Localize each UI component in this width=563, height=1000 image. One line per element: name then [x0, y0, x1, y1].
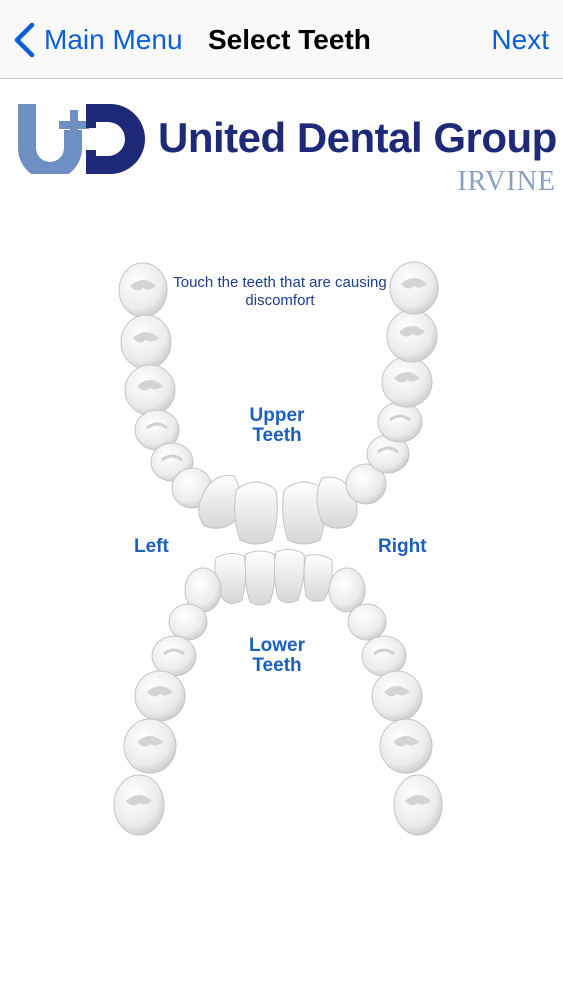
upper-label-line2: Teeth	[252, 425, 302, 446]
lower-label-line1: Lower	[249, 635, 305, 656]
tooth-lower-right-4[interactable]	[347, 603, 387, 641]
ud-logo-mark-icon	[18, 104, 145, 174]
lower-right-teeth	[273, 548, 443, 836]
teeth-chart: Touch the teeth that are causing discomf…	[0, 240, 563, 860]
tooth-upper-right-5[interactable]	[377, 401, 423, 443]
tooth-upper-left-2[interactable]	[120, 314, 172, 370]
page-title: Select Teeth	[208, 24, 371, 55]
lower-teeth-label: Lower Teeth	[234, 636, 320, 676]
tooth-lower-left-1[interactable]	[244, 550, 276, 606]
lower-left-teeth	[113, 550, 276, 836]
tooth-lower-left-4[interactable]	[168, 603, 208, 641]
brand-location: IRVINE	[457, 166, 556, 197]
upper-label-line1: Upper	[249, 405, 305, 426]
tooth-upper-right-7[interactable]	[386, 309, 438, 363]
lower-label-line2: Teeth	[252, 655, 302, 676]
next-button[interactable]: Next	[491, 20, 549, 60]
tooth-lower-left-7[interactable]	[123, 718, 177, 774]
chevron-left-icon	[14, 22, 35, 58]
tooth-upper-right-6[interactable]	[381, 356, 433, 408]
tooth-upper-left-1[interactable]	[118, 262, 168, 318]
instructions-text: Touch the teeth that are causing discomf…	[173, 274, 387, 309]
tooth-upper-right-8[interactable]	[389, 261, 439, 315]
tooth-lower-right-8[interactable]	[393, 774, 443, 836]
upper-teeth-label: Upper Teeth	[234, 406, 320, 446]
tooth-upper-left-8[interactable]	[234, 481, 278, 545]
tooth-lower-right-5[interactable]	[361, 635, 407, 677]
tooth-lower-right-1[interactable]	[273, 548, 305, 604]
brand-logo: United Dental Group IRVINE	[16, 104, 557, 200]
tooth-lower-right-7[interactable]	[379, 718, 433, 774]
tooth-lower-left-6[interactable]	[134, 670, 186, 722]
right-side-label: Right	[378, 536, 427, 557]
tooth-lower-left-8[interactable]	[113, 774, 165, 836]
back-button[interactable]: Main Menu	[12, 20, 183, 60]
navigation-bar: Main Menu Select Teeth Next	[0, 0, 563, 79]
tooth-lower-right-6[interactable]	[371, 670, 423, 722]
teeth-diagram	[113, 261, 443, 836]
tooth-lower-left-5[interactable]	[151, 635, 197, 677]
back-button-label: Main Menu	[44, 24, 183, 55]
brand-name: United Dental Group	[158, 114, 557, 161]
tooth-lower-right-2[interactable]	[303, 554, 333, 602]
left-side-label: Left	[134, 536, 169, 557]
tooth-upper-left-3[interactable]	[124, 364, 176, 416]
